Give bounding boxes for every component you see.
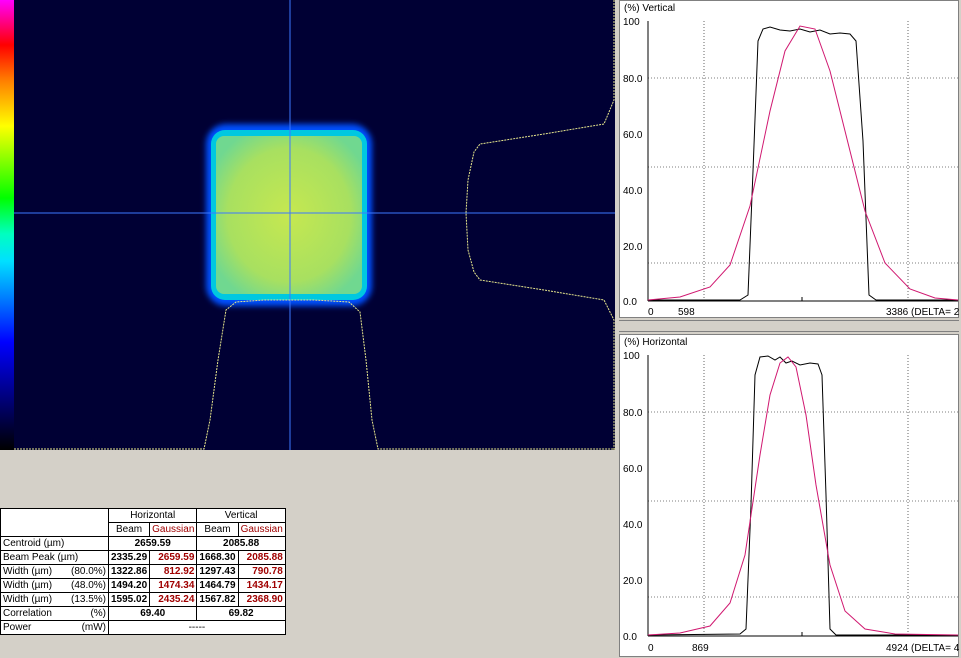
y-tick-label: 60.0 (623, 464, 643, 475)
y-tick-label: 80.0 (623, 408, 643, 419)
value-cell: 2659.59 (149, 550, 198, 565)
table-row-width-48: Width (µm) (48.0%) 1494.20 1474.34 1464.7… (0, 578, 286, 593)
subheader-gaussian: Gaussian (149, 522, 198, 537)
results-table: Horizontal Vertical Beam Gaussian Beam G… (0, 508, 286, 635)
header-corner (0, 508, 109, 537)
subheader-gaussian: Gaussian (237, 522, 286, 537)
value-cell: 812.92 (149, 564, 198, 579)
gaussian-fit-curve (647, 356, 959, 636)
vertical-profile-canvas: 100 80.0 60.0 40.0 20.0 0.0 0 598 3386 (… (623, 17, 960, 318)
value-cell: 2335.29 (107, 550, 151, 565)
beam-profile-curve (647, 355, 958, 636)
centroid-vertical: 2085.88 (196, 536, 286, 551)
value-cell: 790.78 (237, 564, 286, 579)
y-tick-label: 0.0 (623, 297, 637, 308)
color-scale-bar (0, 0, 14, 450)
y-tick-label: 40.0 (623, 186, 643, 197)
row-clip-level: (48.0%) (70, 580, 106, 591)
beam-profile-curve (648, 26, 958, 301)
horizontal-profile-trace (14, 299, 615, 450)
beam-core (216, 136, 362, 294)
vertical-profile-trace (465, 0, 615, 450)
row-label: Correlation (%) (0, 606, 109, 621)
centroid-horizontal: 2659.59 (107, 536, 198, 551)
value-cell: 1567.82 (196, 592, 239, 607)
y-tick-label: 20.0 (623, 576, 643, 587)
value-cell: 1494.20 (107, 578, 151, 593)
row-label-text: Width (µm) (3, 566, 53, 577)
row-label-text: Correlation (3, 608, 52, 619)
correlation-horizontal: 69.40 (107, 606, 198, 621)
table-row-power: Power (mW) ----- (0, 620, 286, 635)
x-tick-label: 3386 (DELTA= 2 (886, 307, 960, 318)
x-tick-label: 598 (678, 307, 695, 318)
grid-lines (648, 21, 958, 301)
x-tick-label: 0 (648, 643, 654, 654)
beam-image-view[interactable] (14, 0, 615, 450)
row-clip-level: (80.0%) (70, 566, 106, 577)
value-cell: 1474.34 (149, 578, 198, 593)
row-label-text: Power (3, 622, 32, 633)
value-cell: 1668.30 (196, 550, 239, 565)
value-cell: 1464.79 (196, 578, 239, 593)
gaussian-fit-curve (647, 25, 959, 301)
correlation-vertical: 69.82 (196, 606, 286, 621)
horizontal-profile-canvas: 100 80.0 60.0 40.0 20.0 0.0 0 869 4924 (… (623, 351, 960, 654)
value-cell: 2085.88 (237, 550, 286, 565)
subheader-beam: Beam (107, 522, 151, 537)
value-cell: 2368.90 (237, 592, 286, 607)
value-cell: 1322.86 (107, 564, 151, 579)
beam-image-canvas (14, 0, 615, 450)
table-row-beam-peak: Beam Peak (µm) 2335.29 2659.59 1668.30 2… (0, 550, 286, 565)
y-tick-label: 80.0 (623, 74, 643, 85)
table-row-width-13: Width (µm) (13.5%) 1595.02 2435.24 1567.8… (0, 592, 286, 607)
row-label: Width (µm) (13.5%) (0, 592, 109, 607)
x-tick-label: 4924 (DELTA= 4 (886, 643, 960, 654)
grid-lines (648, 355, 958, 636)
row-label: Width (µm) (80.0%) (0, 564, 109, 579)
value-cell: 1434.17 (237, 578, 286, 593)
row-label: Centroid (µm) (0, 536, 109, 551)
subheader-beam: Beam (196, 522, 239, 537)
x-tick-label: 0 (648, 307, 654, 318)
row-label: Width (µm) (48.0%) (0, 578, 109, 593)
row-label-text: Width (µm) (3, 580, 53, 591)
value-cell: 2435.24 (149, 592, 198, 607)
y-tick-label: 0.0 (623, 632, 637, 643)
table-row-width-80: Width (µm) (80.0%) 1322.86 812.92 1297.43… (0, 564, 286, 579)
plot-splitter[interactable] (619, 320, 959, 332)
y-tick-label: 100 (623, 17, 640, 28)
x-tick-label: 869 (692, 643, 709, 654)
plot-title-horizontal: (%) Horizontal (624, 337, 688, 348)
y-tick-label: 60.0 (623, 130, 643, 141)
value-cell: 1297.43 (196, 564, 239, 579)
plot-title-vertical: (%) Vertical (624, 3, 676, 14)
value-cell: 1595.02 (107, 592, 151, 607)
row-label: Beam Peak (µm) (0, 550, 109, 565)
y-tick-label: 100 (623, 351, 640, 362)
header-vertical: Vertical (196, 508, 286, 523)
power-value: ----- (108, 620, 286, 635)
table-row-correlation: Correlation (%) 69.40 69.82 (0, 606, 286, 621)
vertical-profile-plot[interactable]: 100 80.0 60.0 40.0 20.0 0.0 0 598 3386 (… (619, 0, 960, 318)
row-unit: (%) (90, 608, 106, 619)
y-tick-label: 40.0 (623, 520, 643, 531)
table-row-centroid: Centroid (µm) 2659.59 2085.88 (0, 536, 286, 551)
header-horizontal: Horizontal (107, 508, 198, 523)
horizontal-profile-plot[interactable]: 100 80.0 60.0 40.0 20.0 0.0 0 869 4924 (… (619, 334, 960, 657)
y-tick-label: 20.0 (623, 242, 643, 253)
row-unit: (mW) (81, 622, 106, 633)
row-label: Power (mW) (0, 620, 109, 635)
row-label-text: Width (µm) (3, 594, 53, 605)
row-clip-level: (13.5%) (70, 594, 106, 605)
